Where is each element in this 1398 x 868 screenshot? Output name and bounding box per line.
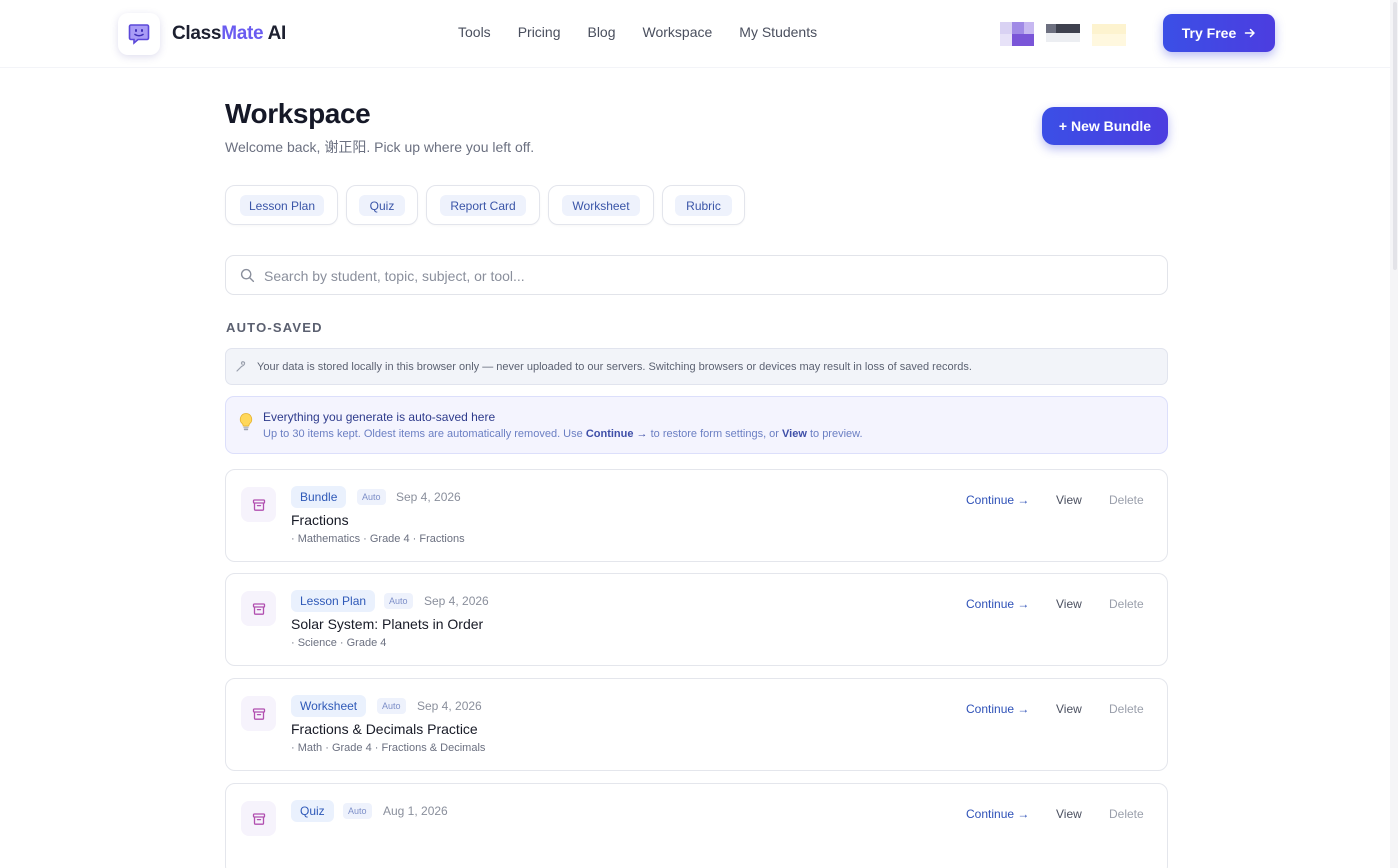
local-storage-notice: Your data is stored locally in this brow… (225, 348, 1168, 385)
brand-name-suffix: AI (263, 23, 287, 44)
pixelated-block-gray (1046, 20, 1080, 46)
tool-report-card[interactable]: Report Card (426, 185, 540, 225)
search-box[interactable] (225, 255, 1168, 295)
tip-view-keyword: View (782, 428, 807, 440)
item-meta: · Science · Grade 4 (291, 637, 387, 649)
item-meta: · Math · Grade 4 · Fractions & Decimals (291, 742, 486, 754)
tip-continue-keyword: Continue → (585, 428, 648, 440)
continue-button[interactable]: Continue → (966, 807, 1029, 821)
item-date: Sep 4, 2026 (417, 699, 482, 713)
delete-button[interactable]: Delete (1109, 702, 1144, 716)
item-meta: · Mathematics · Grade 4 · Fractions (291, 533, 465, 545)
top-header: ClassMate AI Tools Pricing Blog Workspac… (0, 0, 1390, 68)
continue-button[interactable]: Continue → (966, 597, 1029, 611)
auto-badge: Auto (357, 489, 386, 505)
brand-name-accent: Mate (221, 23, 264, 44)
notice-text: Your data is stored locally in this brow… (257, 361, 972, 373)
nav-pricing[interactable]: Pricing (518, 24, 561, 40)
tip-body-pre: Up to 30 items kept. Oldest items are au… (263, 428, 586, 440)
page-scrollbar-thumb[interactable] (1393, 2, 1397, 270)
continue-button[interactable]: Continue → (966, 493, 1029, 507)
nav-tools[interactable]: Tools (458, 24, 491, 40)
new-bundle-button[interactable]: + New Bundle (1042, 107, 1168, 145)
item-type-badge: Worksheet (291, 695, 367, 717)
saved-item-card: Bundle Auto Sep 4, 2026 Fractions · Math… (225, 469, 1168, 562)
search-input[interactable] (264, 265, 1144, 287)
continue-button[interactable]: Continue → (966, 702, 1029, 716)
item-title: Fractions & Decimals Practice (291, 721, 478, 737)
tool-label: Lesson Plan (240, 195, 324, 216)
saved-item-card: Worksheet Auto Sep 4, 2026 Fractions & D… (225, 678, 1168, 771)
item-title: Solar System: Planets in Order (291, 616, 484, 632)
try-free-button[interactable]: Try Free (1163, 14, 1275, 52)
tool-worksheet[interactable]: Worksheet (548, 185, 654, 225)
tool-rubric[interactable]: Rubric (662, 185, 745, 225)
search-icon (240, 268, 255, 283)
lightbulb-icon (239, 413, 253, 431)
auto-badge: Auto (377, 698, 406, 714)
tool-label: Rubric (675, 195, 732, 216)
nav-my-students[interactable]: My Students (739, 24, 817, 40)
auto-save-tip: Everything you generate is auto-saved he… (225, 396, 1168, 454)
chat-face-icon (128, 24, 150, 45)
item-type-badge: Lesson Plan (291, 590, 376, 612)
delete-button[interactable]: Delete (1109, 597, 1144, 611)
arrow-right-icon (1244, 28, 1255, 38)
pixelated-block-purple (1000, 20, 1034, 46)
view-button[interactable]: View (1056, 702, 1082, 716)
tool-label: Worksheet (562, 195, 640, 216)
delete-button[interactable]: Delete (1109, 493, 1144, 507)
archive-icon (241, 487, 276, 522)
brand-name-main: Class (172, 23, 222, 44)
brand[interactable]: ClassMate AI (118, 13, 286, 55)
item-date: Aug 1, 2026 (383, 804, 448, 818)
tool-label: Quiz (359, 195, 405, 216)
item-date: Sep 4, 2026 (396, 490, 461, 504)
view-button[interactable]: View (1056, 493, 1082, 507)
tool-label: Report Card (440, 195, 526, 216)
item-date: Sep 4, 2026 (424, 594, 489, 608)
tip-body-mid: to restore form settings, or (647, 428, 783, 440)
archive-icon (241, 591, 276, 626)
brand-name: ClassMate AI (172, 23, 286, 45)
archive-icon (241, 801, 276, 836)
auto-badge: Auto (343, 803, 372, 819)
tool-quiz[interactable]: Quiz (346, 185, 418, 225)
try-free-label: Try Free (1181, 25, 1237, 41)
tip-title: Everything you generate is auto-saved he… (263, 410, 496, 424)
main-nav: Tools Pricing Blog Workspace My Students (458, 24, 817, 40)
view-button[interactable]: View (1056, 807, 1082, 821)
tip-body: Up to 30 items kept. Oldest items are au… (263, 428, 863, 440)
pixelated-block-yellow (1092, 20, 1126, 46)
lock-icon (236, 361, 246, 372)
nav-workspace[interactable]: Workspace (643, 24, 713, 40)
page-title: Workspace (225, 98, 371, 129)
page-subtitle: Welcome back, 谢正阳. Pick up where you lef… (225, 139, 535, 155)
auto-badge: Auto (384, 593, 413, 609)
item-type-badge: Bundle (291, 486, 347, 508)
view-button[interactable]: View (1056, 597, 1082, 611)
item-title: Fractions (291, 512, 349, 528)
delete-button[interactable]: Delete (1109, 807, 1144, 821)
tip-body-post: to preview. (806, 428, 863, 440)
nav-blog[interactable]: Blog (587, 24, 615, 40)
archive-icon (241, 696, 276, 731)
section-label-auto-saved: AUTO-SAVED (226, 320, 323, 335)
saved-item-card: Lesson Plan Auto Sep 4, 2026 Solar Syste… (225, 573, 1168, 666)
tool-lesson-plan[interactable]: Lesson Plan (225, 185, 338, 225)
brand-logo[interactable] (118, 13, 160, 55)
item-type-badge: Quiz (291, 800, 334, 822)
saved-item-card: Quiz Auto Aug 1, 2026 Continue → View De… (225, 783, 1168, 868)
